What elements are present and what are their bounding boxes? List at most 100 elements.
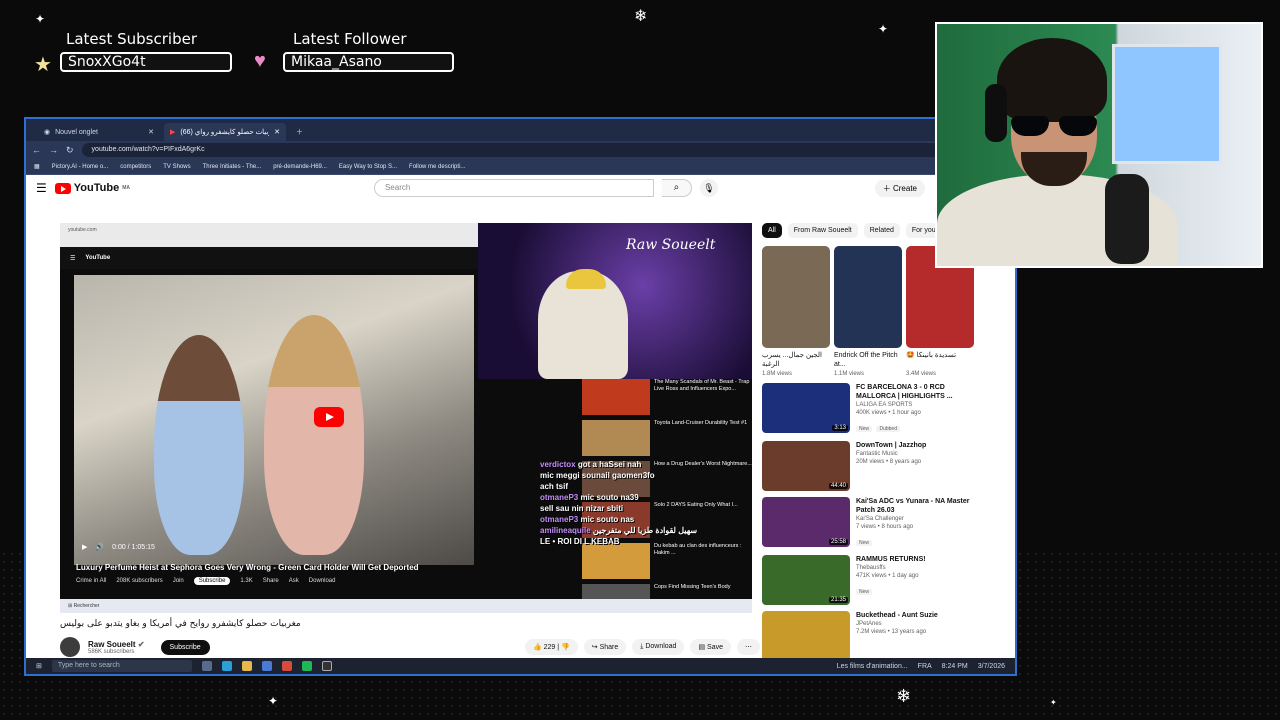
download-button[interactable]: ⤓ Download xyxy=(632,639,685,655)
channel-name[interactable]: Raw Soueelt ✔ xyxy=(88,640,145,649)
new-badge: New xyxy=(856,540,873,546)
thumbnail xyxy=(582,420,650,456)
bookmark-item[interactable]: Easy Way to Stop S... xyxy=(339,164,397,170)
new-tab-button[interactable]: ＋ xyxy=(290,123,310,141)
star-icon: ✦ xyxy=(268,694,279,708)
chip-all[interactable]: All xyxy=(762,223,782,238)
save-button[interactable]: ▤ Save xyxy=(690,639,731,655)
search-button[interactable]: ⌕ xyxy=(661,179,692,197)
verified-icon: ✔ xyxy=(137,639,145,649)
bookmark-item[interactable]: Three Initiates - The... xyxy=(203,164,262,170)
forward-icon[interactable]: → xyxy=(49,145,58,155)
related-video[interactable]: 21:35 RAMMUS RETURNS! Thebausffs 471K vi… xyxy=(762,555,982,605)
related-video-title: FC BARCELONA 3 - 0 RCD MALLORCA | HIGHLI… xyxy=(856,384,953,400)
star-icon: ★ xyxy=(34,54,52,76)
channel-info: Raw Soueelt ✔ 586K subscribers xyxy=(88,640,145,655)
bookmark-item[interactable]: competitors xyxy=(120,164,151,170)
short-views: 1.8M views xyxy=(762,371,793,377)
share-button[interactable]: ↪ Share xyxy=(583,639,627,655)
inner-channel-row: Crime in All 208K subscribers Join Subsc… xyxy=(76,577,335,585)
related-video[interactable]: 3:13 FC BARCELONA 3 - 0 RCD MALLORCA | H… xyxy=(762,383,982,435)
address-bar-row: ← → ↻ youtube.com/watch?v=PIFxdA6grKc ▭ … xyxy=(26,141,1015,159)
chat-user: amilineaquile xyxy=(540,526,591,535)
related-video[interactable]: 44:40 DownTown | Jazzhop Fantastic Music… xyxy=(762,441,982,491)
thumbs-down-icon[interactable]: 👎 xyxy=(561,644,570,651)
video-thumbnail xyxy=(762,611,850,661)
youtube-logo[interactable]: YouTube MA xyxy=(54,182,130,194)
microphone-icon[interactable]: 🎙 xyxy=(699,179,718,197)
reload-icon[interactable]: ↻ xyxy=(66,145,74,156)
subscribe-button[interactable]: Subscribe xyxy=(160,639,210,655)
star-icon: ✦ xyxy=(878,22,889,36)
close-icon[interactable]: ✕ xyxy=(274,128,280,136)
video-actions: 👍 229 | 👎 ↪ Share ⤓ Download ▤ Save ⋯ xyxy=(524,639,760,655)
chat-message: verdictox got a haSsei nah xyxy=(540,459,697,470)
chat-user: verdictox xyxy=(540,460,576,469)
close-icon[interactable]: ✕ xyxy=(148,128,154,136)
share-icon: ↪ xyxy=(591,644,598,651)
edge-icon[interactable] xyxy=(221,661,232,671)
hamburger-menu-icon[interactable]: ☰ xyxy=(36,181,47,195)
inner-download-button: Download xyxy=(308,578,336,584)
short-thumbnail xyxy=(762,246,830,348)
clock-date[interactable]: 3/7/2026 xyxy=(978,663,1005,670)
video-player[interactable]: youtube.com ☰ YouTube ▶ 🔊 0:00 / 1:05:15… xyxy=(60,223,752,613)
url-bar[interactable]: youtube.com/watch?v=PIFxdA6grKc xyxy=(81,143,977,157)
inner-join-button: Join xyxy=(172,578,184,584)
chrome-icon[interactable] xyxy=(281,661,292,671)
avatar[interactable] xyxy=(60,637,80,657)
related-video-meta: Kai'Sa ADC vs Yunara - NA Master Patch 2… xyxy=(856,497,982,549)
thumbnail xyxy=(582,543,650,579)
store-icon[interactable] xyxy=(261,661,272,671)
more-options-button[interactable]: ⋯ xyxy=(737,639,760,655)
related-video-meta: RAMMUS RETURNS! Thebausffs 471K views • … xyxy=(856,555,926,605)
bookmark-item[interactable]: pré-demande-H69... xyxy=(273,164,327,170)
notification-text[interactable]: Les films d'animation... xyxy=(837,663,908,670)
related-video[interactable]: 25:58 Kai'Sa ADC vs Yunara - NA Master P… xyxy=(762,497,982,549)
related-video-channel: Kai'Sa Challenger xyxy=(856,516,904,522)
task-view-icon[interactable] xyxy=(201,661,212,671)
create-button[interactable]: ＋ Create xyxy=(874,179,925,197)
latest-follower-label: Latest Follower xyxy=(293,30,407,48)
volume-icon[interactable]: 🔊 xyxy=(95,543,104,551)
clock-time[interactable]: 8:24 PM xyxy=(942,663,968,670)
inner-rec-title: Toyota Land-Cruiser Durability Test #1 xyxy=(654,420,748,426)
play-button-icon[interactable] xyxy=(314,407,344,427)
tab-youtube[interactable]: ▶ (66) مغربيات حصلو كايشفرو رواي... ✕ xyxy=(164,123,286,141)
heart-icon: ♥ xyxy=(254,50,266,72)
bookmark-item[interactable]: Follow me descripti... xyxy=(409,164,465,170)
chip-from-channel[interactable]: From Raw Soueelt xyxy=(787,223,858,238)
save-label: Save xyxy=(707,644,723,651)
obs-icon[interactable] xyxy=(321,661,332,671)
background-board xyxy=(1112,44,1222,164)
back-icon[interactable]: ← xyxy=(32,145,41,155)
dubbed-badge: Dubbed xyxy=(876,426,900,432)
file-explorer-icon[interactable] xyxy=(241,661,252,671)
tab-new[interactable]: ◉ Nouvel onglet ✕ xyxy=(38,123,160,141)
new-badge: New xyxy=(856,589,873,595)
short-item[interactable]: Endrick Off the Pitch at... 1.1M views xyxy=(834,246,902,377)
like-button[interactable]: 👍 229 | 👎 xyxy=(524,639,578,655)
search-input[interactable]: Search xyxy=(373,179,654,197)
apps-icon[interactable]: ▦ xyxy=(34,163,40,170)
related-video[interactable]: Buckethead - Aunt Suzie JPetAnes 7.2M vi… xyxy=(762,611,982,661)
windows-start-icon[interactable]: ⊞ xyxy=(36,662,42,670)
play-icon[interactable]: ▶ xyxy=(82,543,87,551)
subscriber-count: 586K subscribers xyxy=(88,648,135,655)
bookmark-item[interactable]: Pictory.AI - Home o... xyxy=(52,164,109,170)
chip-related[interactable]: Related xyxy=(863,223,900,238)
related-video-title: DownTown | Jazzhop xyxy=(856,442,927,449)
latest-subscriber-alert: Latest Subscriber ★ SnoxXGo4t xyxy=(34,30,234,76)
latest-subscriber-label: Latest Subscriber xyxy=(66,30,197,48)
inner-taskbar: ⊞ Rechercher xyxy=(60,599,752,613)
download-label: Download xyxy=(645,643,677,650)
spotify-icon[interactable] xyxy=(301,661,312,671)
new-badge: New xyxy=(856,426,873,432)
bookmark-item[interactable]: TV Shows xyxy=(163,164,190,170)
taskbar-search-input[interactable]: Type here to search xyxy=(51,660,192,672)
short-item[interactable]: الجين جمال... يسرب الرغبة 1.8M views xyxy=(762,246,830,377)
related-video-stats: 471K views • 1 day ago xyxy=(856,573,919,579)
latest-follower-value: Mikaa_Asano xyxy=(283,52,454,72)
language-indicator[interactable]: FRA xyxy=(918,663,932,670)
related-video-title: Buckethead - Aunt Suzie xyxy=(856,612,938,619)
